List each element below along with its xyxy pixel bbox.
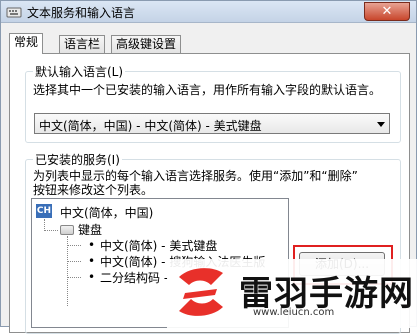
watermark-site-url: www.leiucn.com xyxy=(253,307,335,318)
installed-services-description-line2: 按钮来修改这个列表。 xyxy=(33,183,154,197)
tree-item-service[interactable]: 二分结构码 - xyxy=(100,269,168,286)
tab-advanced-key-settings[interactable]: 高级键设置 xyxy=(111,35,182,53)
tree-item-keyboard[interactable]: 键盘 xyxy=(78,221,102,238)
tree-item-bullet: • xyxy=(88,238,96,252)
tree-connector xyxy=(44,230,58,231)
tree-connector xyxy=(67,261,81,262)
tree-item-bullet: • xyxy=(88,254,96,268)
tree-item-service[interactable]: 中文(简体) - 美式键盘 xyxy=(100,237,217,254)
close-button[interactable]: ✕ xyxy=(364,2,410,21)
close-icon: ✕ xyxy=(381,4,393,19)
tree-connector xyxy=(67,277,81,278)
language-badge-icon: CH xyxy=(36,204,52,218)
dialog-window: 文本服务和输入语言 ✕ 常规 语言栏 高级键设置 默认输入语言(L) 选择其中一… xyxy=(0,0,417,334)
chevron-down-icon[interactable] xyxy=(377,122,385,127)
tree-item-language[interactable]: 中文(简体，中国) xyxy=(60,204,153,221)
default-input-group-label: 默认输入语言(L) xyxy=(33,63,126,80)
watermark-logo-icon xyxy=(179,268,223,316)
default-input-selected-value: 中文(简体，中国) - 中文(简体) - 美式键盘 xyxy=(39,119,262,133)
keyboard-app-icon xyxy=(6,7,22,18)
window-title: 文本服务和输入语言 xyxy=(27,6,136,20)
default-input-description: 选择其中一个已安装的输入语言，用作所有输入字段的默认语言。 xyxy=(33,83,382,97)
title-bar[interactable]: 文本服务和输入语言 ✕ xyxy=(1,1,416,23)
installed-services-group-label: 已安装的服务(I) xyxy=(33,151,122,168)
tree-connector xyxy=(67,245,81,246)
tree-connector xyxy=(67,236,68,306)
keyboard-icon xyxy=(60,225,74,235)
default-input-select[interactable]: 中文(简体，中国) - 中文(简体) - 美式键盘 xyxy=(34,113,390,134)
tab-language-bar[interactable]: 语言栏 xyxy=(59,35,106,53)
tab-general[interactable]: 常规 xyxy=(9,33,44,54)
tree-item-bullet: • xyxy=(88,270,96,284)
